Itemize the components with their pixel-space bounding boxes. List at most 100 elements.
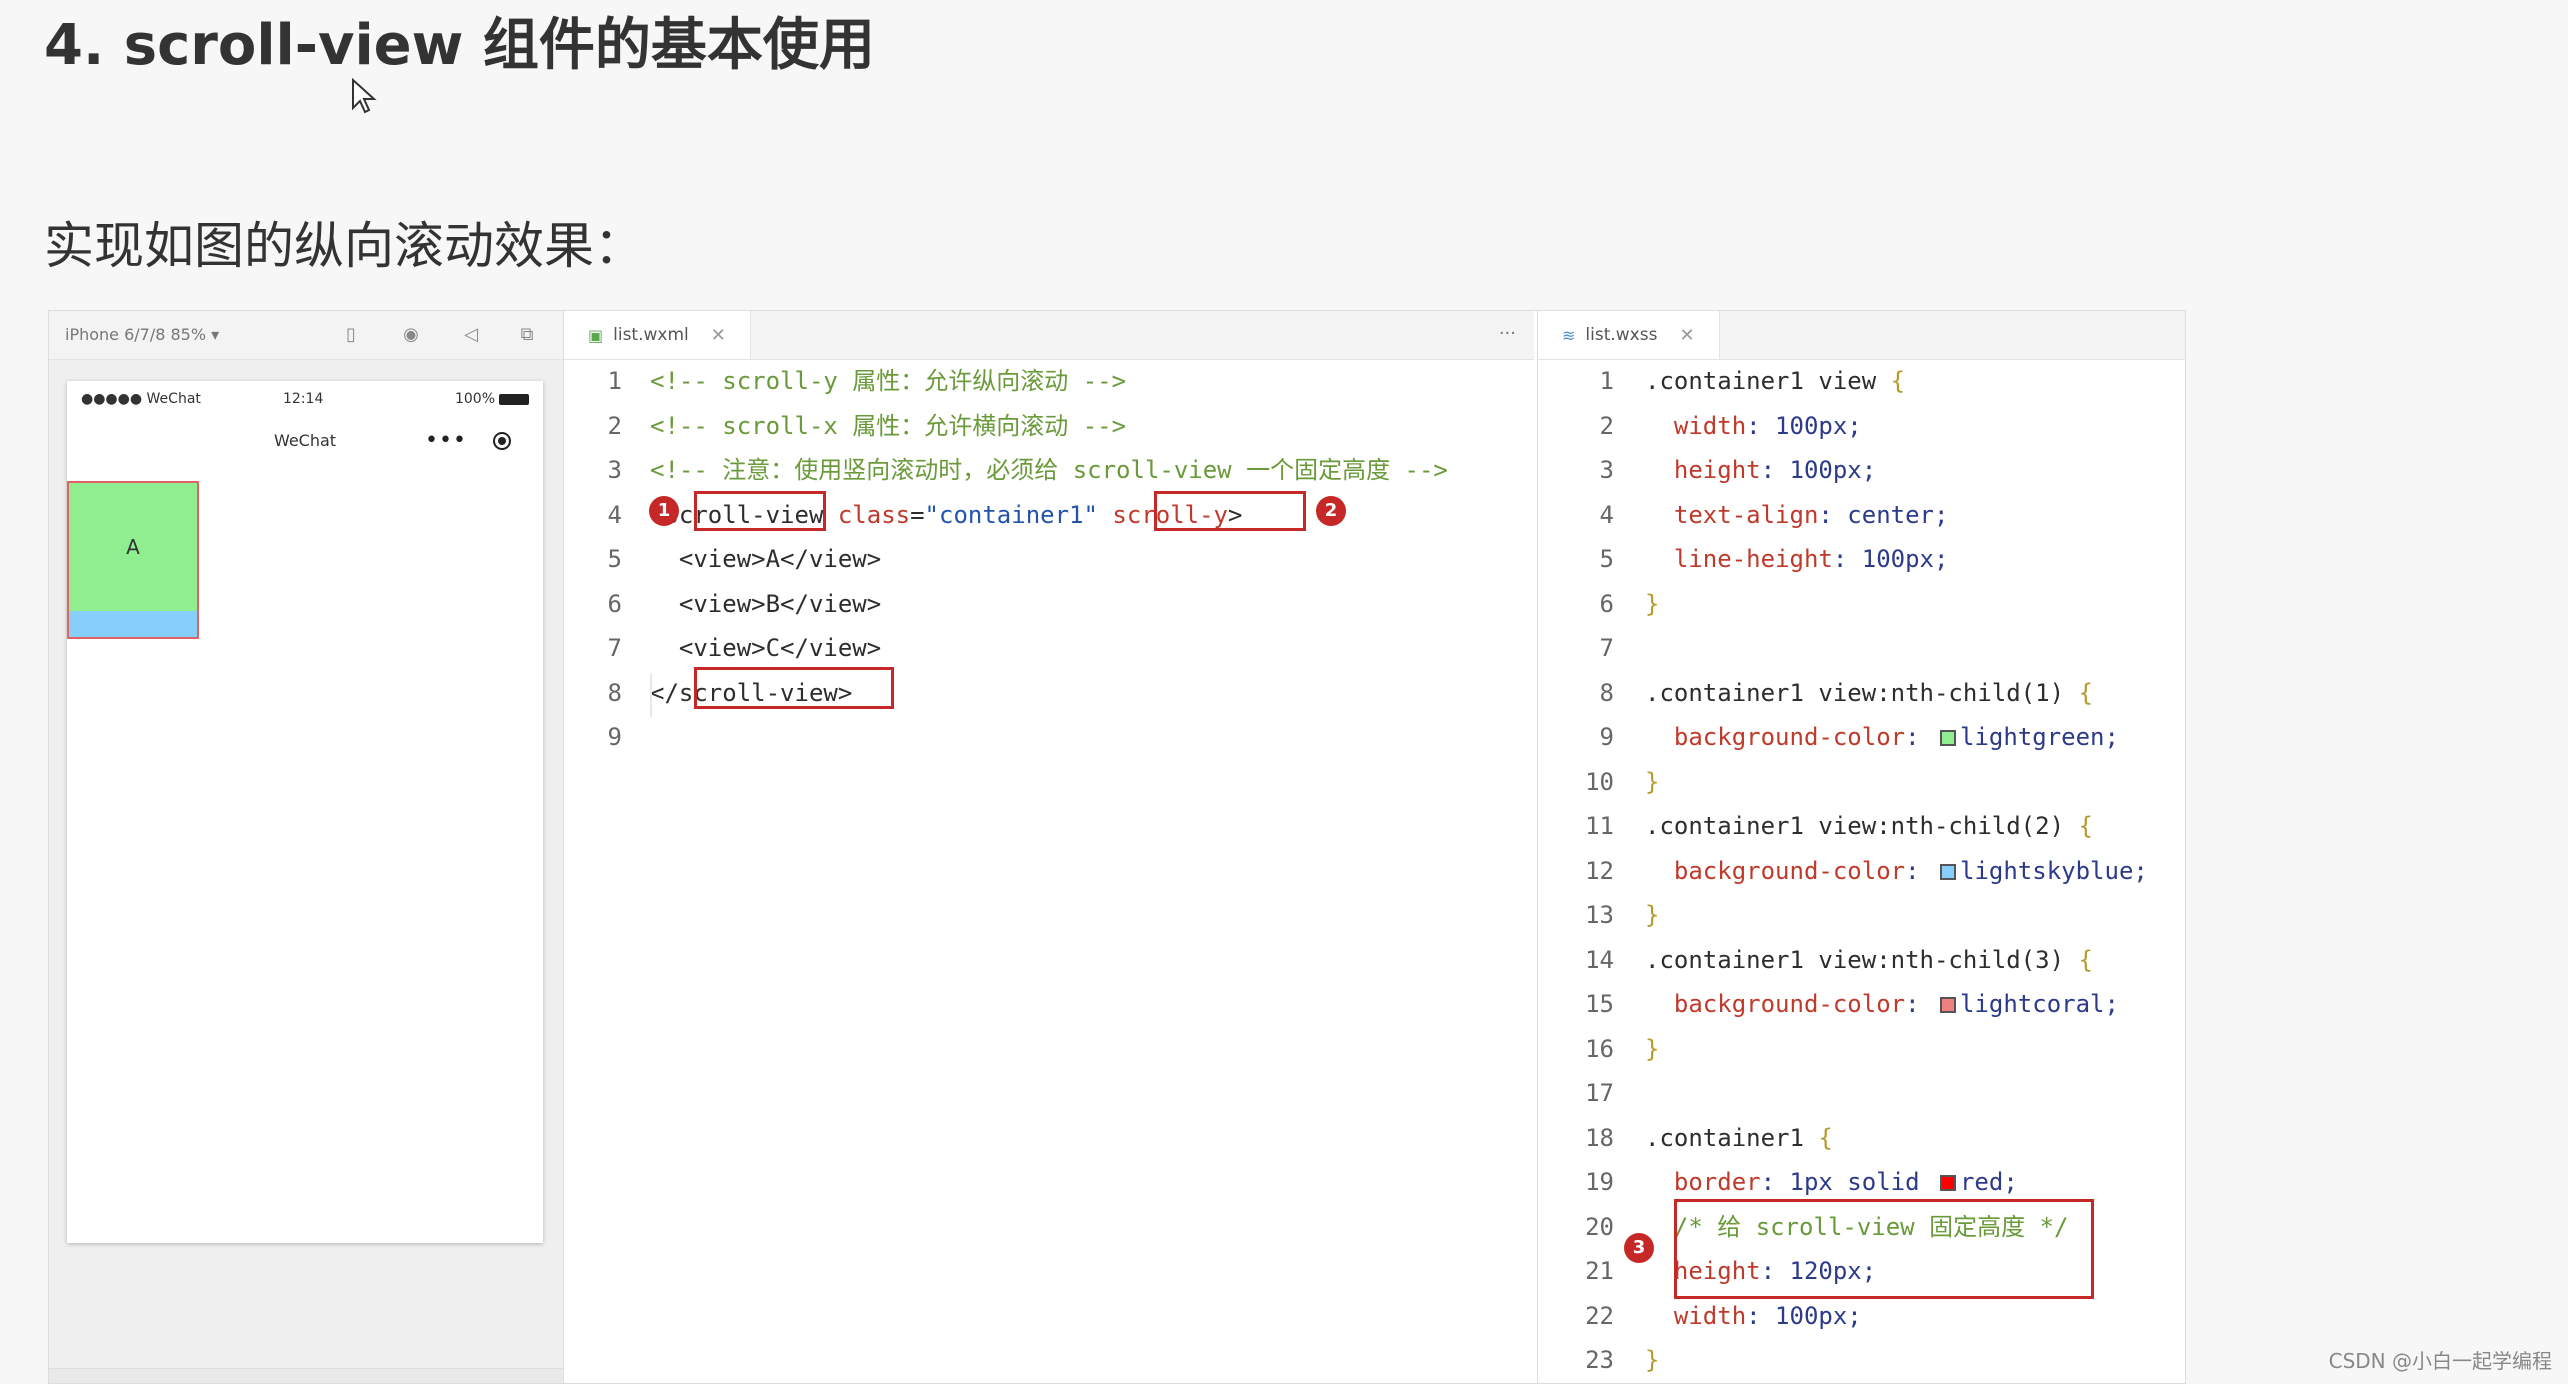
phone-icon[interactable]: ▯ (341, 325, 361, 345)
code-text: background-color: lightgreen; (1645, 715, 2119, 759)
record-icon[interactable]: ◉ (401, 325, 421, 345)
line-number: 21 (1585, 1257, 1614, 1285)
code-text: background-color: lightskyblue; (1645, 849, 2148, 893)
code-token: { (2078, 678, 2093, 707)
code-text: line-height: 100px; (1645, 537, 1949, 581)
code-text: <!-- scroll-x 属性：允许横向滚动 --> (650, 404, 1126, 448)
code-line[interactable]: 2 width: 100px; (1538, 404, 2185, 448)
code-text: width: 100px; (1645, 404, 1862, 448)
code-line[interactable]: 7 (1538, 626, 2185, 670)
color-swatch (1939, 1175, 1956, 1191)
wxml-tabbar: ▣ list.wxml ✕ ··· (564, 311, 1534, 360)
code-line[interactable]: 13} (1538, 893, 2185, 937)
code-line[interactable]: 19 border: 1px solid red; (1538, 1160, 2185, 1204)
code-line[interactable]: 12 background-color: lightskyblue; (1538, 849, 2185, 893)
tab-label: list.wxml (613, 325, 689, 345)
code-token: class (837, 500, 911, 529)
line-number: 9 (1599, 723, 1614, 751)
code-line[interactable]: 10} (1538, 760, 2185, 804)
slide-subtitle: 实现如图的纵向滚动效果： (44, 217, 644, 275)
code-line[interactable]: 18 .container1 { (1538, 1116, 2185, 1160)
tab-list-wxml[interactable]: ▣ list.wxml ✕ (564, 311, 751, 359)
code-line[interactable]: 9 background-color: lightgreen; (1538, 715, 2185, 759)
code-token: background-color (1645, 990, 1906, 1018)
code-token: .container1 view:nth-child(2) (1645, 812, 2079, 840)
more-icon[interactable]: ··· (1499, 323, 1516, 344)
code-token: .container1 view:nth-child(1) (1645, 678, 2079, 707)
code-text: .container1 view { (1645, 359, 1905, 403)
code-text: width: 100px; (1645, 1294, 1862, 1338)
code-token: = (910, 500, 925, 529)
code-line[interactable]: 23} (1538, 1338, 2185, 1382)
code-text: <!-- 注意：使用竖向滚动时，必须给 scroll-view 一个固定高度 -… (650, 448, 1448, 492)
badge-2: 2 (1316, 496, 1346, 526)
code-line[interactable]: 1 .container1 view { (1538, 359, 2185, 403)
code-line[interactable]: 3 <!-- 注意：使用竖向滚动时，必须给 scroll-view 一个固定高度 … (564, 448, 1534, 492)
code-line[interactable]: 11 .container1 view:nth-child(2) { (1538, 804, 2185, 848)
code-text: } (1645, 760, 1659, 804)
code-line[interactable]: 2 <!-- scroll-x 属性：允许横向滚动 --> (564, 404, 1534, 448)
code-text: } (1645, 893, 1659, 937)
line-number: 2 (1599, 411, 1614, 440)
code-line[interactable]: 6} (1538, 582, 2185, 626)
code-line[interactable]: 6 <view>B</view> (564, 582, 1534, 626)
code-text: .container1 view:nth-child(3) { (1645, 938, 2093, 982)
line-number: 16 (1585, 1034, 1614, 1063)
simulator-toolbar: iPhone 6/7/8 85% ▾ ▯ ◉ ◁ ⧉ (49, 311, 563, 360)
volume-icon[interactable]: ◁ (461, 325, 481, 345)
code-line[interactable]: 9 (564, 715, 1534, 759)
code-line[interactable]: 4 text-align: center; (1538, 493, 2185, 537)
line-number: 6 (1599, 589, 1614, 618)
code-token: height (1645, 456, 1761, 484)
code-token: .container1 (1645, 1123, 1819, 1152)
window-icon[interactable]: ⧉ (517, 325, 537, 345)
code-line[interactable]: 17 (1538, 1071, 2185, 1115)
highlight-scroll-y (1154, 491, 1306, 531)
code-token: border (1645, 1168, 1761, 1196)
code-line[interactable]: 3 height: 100px; (1538, 448, 2185, 492)
close-icon[interactable]: ✕ (1679, 325, 1694, 346)
device-select[interactable]: iPhone 6/7/8 85% ▾ (65, 325, 219, 344)
line-number: 12 (1585, 856, 1614, 885)
code-line[interactable]: 16} (1538, 1027, 2185, 1071)
code-line[interactable]: 8 .container1 view:nth-child(1) { (1538, 671, 2185, 715)
code-text: } (1645, 1338, 1659, 1382)
code-token: } (1645, 1034, 1660, 1063)
line-number: 17 (1585, 1079, 1614, 1107)
close-icon[interactable]: ✕ (711, 325, 726, 346)
status-battery: 100% (455, 391, 529, 407)
tab-list-wxss[interactable]: ≋ list.wxss ✕ (1538, 311, 1720, 359)
menu-capsule[interactable]: ••• (415, 427, 521, 457)
code-line[interactable]: 15 background-color: lightcoral; (1538, 982, 2185, 1026)
scroll-item-b (69, 611, 197, 637)
code-line[interactable]: 5 line-height: 100px; (1538, 537, 2185, 581)
devtools-window: iPhone 6/7/8 85% ▾ ▯ ◉ ◁ ⧉ ●●●●● WeChat … (48, 310, 2186, 1384)
line-number: 1 (607, 367, 622, 395)
indent-guide (650, 673, 652, 717)
scroll-view[interactable]: A (67, 481, 199, 639)
code-text: <view>A</view> (650, 537, 881, 581)
line-number: 23 (1585, 1346, 1614, 1374)
line-number: 6 (607, 589, 622, 618)
line-number: 4 (1599, 500, 1614, 529)
wxss-tabbar: ≋ list.wxss ✕ (1538, 311, 2185, 360)
more-icon[interactable]: ••• (425, 427, 467, 455)
code-line[interactable]: 14 .container1 view:nth-child(3) { (1538, 938, 2185, 982)
navigation-bar: WeChat ••• (67, 417, 543, 467)
code-line[interactable]: 7 <view>C</view> (564, 626, 1534, 670)
line-number: 5 (1599, 545, 1614, 573)
line-number: 18 (1585, 1123, 1614, 1152)
close-target-icon[interactable] (493, 432, 511, 450)
battery-icon (499, 393, 529, 405)
code-line[interactable]: 5 <view>A</view> (564, 537, 1534, 581)
badge-1: 1 (649, 496, 679, 526)
code-line[interactable]: 22 width: 100px; (1538, 1294, 2185, 1338)
code-token: : center; (1818, 500, 1949, 529)
code-token: background-color (1645, 856, 1906, 885)
line-number: 3 (607, 456, 622, 484)
code-token: { (1818, 1123, 1833, 1152)
status-bar: ●●●●● WeChat 12:14 100% (67, 381, 543, 417)
code-line[interactable]: 1 <!-- scroll-y 属性：允许纵向滚动 --> (564, 359, 1534, 403)
code-token: lightskyblue; (1960, 856, 2148, 885)
